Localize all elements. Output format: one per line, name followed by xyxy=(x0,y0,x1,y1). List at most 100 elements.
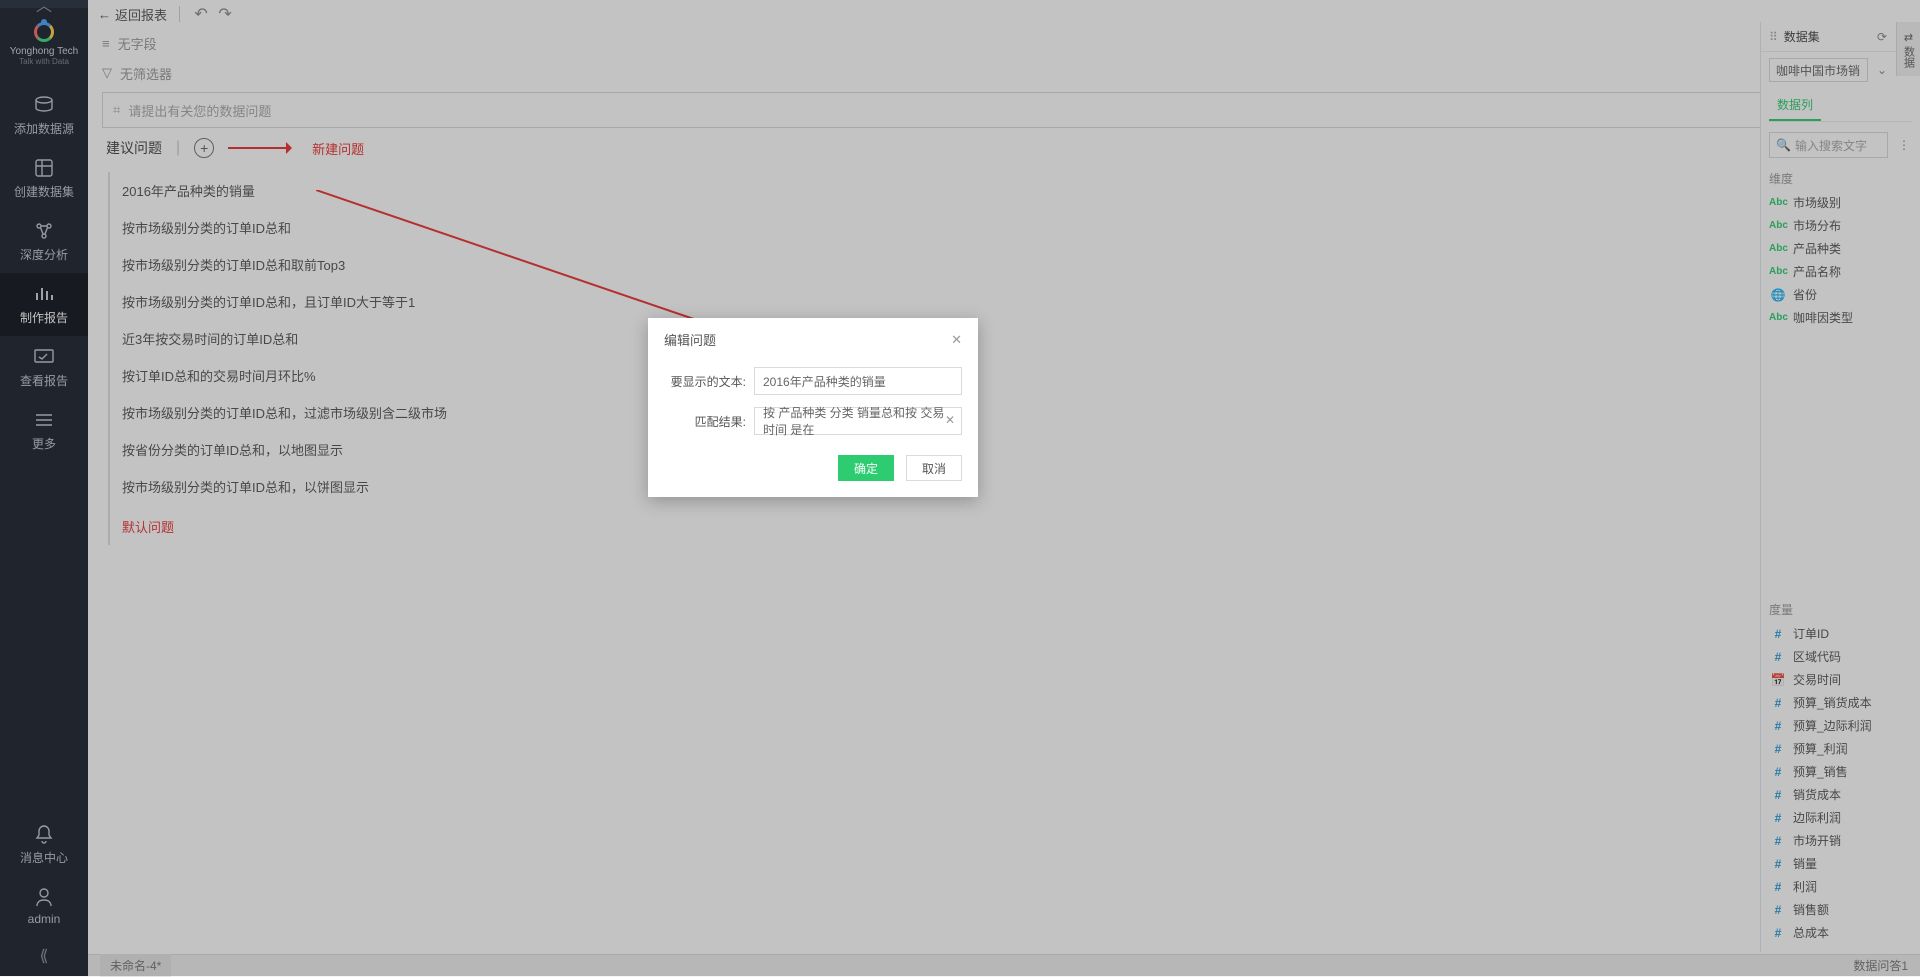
more-icon xyxy=(33,409,55,431)
grip-icon[interactable]: ⠿ xyxy=(1769,30,1778,44)
number-type-icon: # xyxy=(1769,765,1787,779)
nav-make-report[interactable]: 制作报告 xyxy=(0,273,88,336)
suggested-item[interactable]: 按市场级别分类的订单ID总和 xyxy=(110,209,806,246)
number-type-icon: # xyxy=(1769,788,1787,802)
date-type-icon: 📅 xyxy=(1769,673,1787,687)
workspace: ← 返回报表 ↶ ↷ ≡ 无字段 ▽ 无筛选器 ⌗ 请提出有关您的数据问题 建议… xyxy=(88,0,1920,976)
report-icon xyxy=(33,283,55,305)
number-type-icon: # xyxy=(1769,650,1787,664)
collapse-rail-icon[interactable]: ︿ xyxy=(0,0,88,8)
refresh-icon[interactable]: ⟳ xyxy=(1874,29,1890,45)
text-type-icon: Abc xyxy=(1769,266,1787,277)
meas-field[interactable]: #预算_利润 xyxy=(1761,737,1920,760)
display-text-input[interactable]: 2016年产品种类的销量 xyxy=(754,367,962,395)
brand-logo: Yonghong Tech Talk with Data xyxy=(10,22,78,66)
nav-view-report[interactable]: 查看报告 xyxy=(0,336,88,399)
match-result-label: 匹配结果: xyxy=(664,413,746,430)
more-vert-icon[interactable]: ⋮ xyxy=(1896,137,1912,153)
meas-field[interactable]: #销售额 xyxy=(1761,898,1920,921)
dim-field[interactable]: 🌐省份 xyxy=(1761,283,1920,306)
no-filter-label: 无筛选器 xyxy=(120,64,172,83)
meas-field[interactable]: #利润 xyxy=(1761,875,1920,898)
status-bar: 未命名-4* 数据问答1 xyxy=(88,954,1920,976)
new-question-annotation: 新建问题 xyxy=(312,139,364,158)
nav-user[interactable]: admin xyxy=(0,876,88,936)
rail-collapse-icon[interactable]: ⟪ xyxy=(0,936,88,976)
number-type-icon: # xyxy=(1769,834,1787,848)
meas-field[interactable]: #销货成本 xyxy=(1761,783,1920,806)
cancel-button[interactable]: 取消 xyxy=(906,455,962,481)
search-icon: 🔍 xyxy=(1776,138,1791,152)
right-panel: ⠿ 数据集 ⟳ ☁ 咖啡中国市场销 ⌄ ✎ 数据列 🔍 输入搜索文字 ⋮ 维度 … xyxy=(1760,22,1920,952)
meas-field[interactable]: #预算_边际利润 xyxy=(1761,714,1920,737)
ask-input[interactable]: ⌗ 请提出有关您的数据问题 xyxy=(102,92,1906,128)
nav-add-datasource[interactable]: 添加数据源 xyxy=(0,84,88,147)
undo-icon[interactable]: ↶ xyxy=(192,5,210,23)
dialog-title: 编辑问题 xyxy=(664,330,716,349)
dim-field[interactable]: Abc产品种类 xyxy=(1761,237,1920,260)
suggested-title: 建议问题 xyxy=(106,138,162,158)
no-field-label: 无字段 xyxy=(118,34,157,53)
fields-icon: ≡ xyxy=(102,36,110,51)
default-question-annotation: 默认问题 xyxy=(110,505,806,545)
nav-create-dataset[interactable]: 创建数据集 xyxy=(0,147,88,210)
edit-question-dialog: 编辑问题 ✕ 要显示的文本: 2016年产品种类的销量 匹配结果: 按 产品种类… xyxy=(648,318,978,497)
number-type-icon: # xyxy=(1769,696,1787,710)
rpanel-title: 数据集 xyxy=(1784,28,1868,45)
meas-field[interactable]: 📅交易时间 xyxy=(1761,668,1920,691)
redo-icon[interactable]: ↷ xyxy=(216,5,234,23)
match-result-input[interactable]: 按 产品种类 分类 销量总和按 交易时间 是在 ✕ xyxy=(754,407,962,435)
nav-messages[interactable]: 消息中心 xyxy=(0,813,88,876)
top-toolbar: ← 返回报表 ↶ ↷ xyxy=(88,0,1920,28)
arrow-left-icon: ← xyxy=(98,7,111,22)
meas-field[interactable]: #销量 xyxy=(1761,852,1920,875)
number-type-icon: # xyxy=(1769,719,1787,733)
analysis-icon xyxy=(33,220,55,242)
dim-field[interactable]: Abc咖啡因类型 xyxy=(1761,306,1920,329)
field-search-input[interactable]: 🔍 输入搜索文字 xyxy=(1769,132,1888,158)
nav-more[interactable]: 更多 xyxy=(0,399,88,462)
number-type-icon: # xyxy=(1769,811,1787,825)
close-icon[interactable]: ✕ xyxy=(951,332,962,348)
suggested-item[interactable]: 按市场级别分类的订单ID总和，且订单ID大于等于1 xyxy=(110,283,806,320)
meas-field[interactable]: #订单ID xyxy=(1761,622,1920,645)
number-type-icon: # xyxy=(1769,742,1787,756)
clear-input-icon[interactable]: ✕ xyxy=(945,413,955,427)
status-right-label: 数据问答1 xyxy=(1853,957,1908,974)
field-bar: ≡ 无字段 xyxy=(88,28,1920,58)
bell-icon xyxy=(33,823,55,845)
tab-data-columns[interactable]: 数据列 xyxy=(1769,90,1821,121)
dim-field[interactable]: Abc市场分布 xyxy=(1761,214,1920,237)
nav-deep-analysis[interactable]: 深度分析 xyxy=(0,210,88,273)
meas-field[interactable]: #市场开销 xyxy=(1761,829,1920,852)
dimensions-header: 维度 xyxy=(1761,162,1920,191)
number-type-icon: # xyxy=(1769,857,1787,871)
dataset-icon xyxy=(33,157,55,179)
right-edge-data-button[interactable]: ⇄ 数据 xyxy=(1896,22,1920,76)
suggested-item[interactable]: 按市场级别分类的订单ID总和取前Top3 xyxy=(110,246,806,283)
back-to-report-button[interactable]: ← 返回报表 xyxy=(98,5,167,24)
meas-field[interactable]: #预算_销货成本 xyxy=(1761,691,1920,714)
left-nav-rail: ︿ Yonghong Tech Talk with Data 添加数据源 创建数… xyxy=(0,0,88,976)
logo-subtext: Talk with Data xyxy=(19,57,69,66)
number-type-icon: # xyxy=(1769,926,1787,940)
status-tab[interactable]: 未命名-4* xyxy=(100,954,171,977)
meas-field[interactable]: #总成本 xyxy=(1761,921,1920,944)
suggested-item[interactable]: 2016年产品种类的销量 xyxy=(110,172,806,209)
user-icon xyxy=(33,886,55,908)
ok-button[interactable]: 确定 xyxy=(838,455,894,481)
datasource-icon xyxy=(33,94,55,116)
number-type-icon: # xyxy=(1769,880,1787,894)
ask-placeholder: 请提出有关您的数据问题 xyxy=(128,101,271,120)
dim-field[interactable]: Abc市场级别 xyxy=(1761,191,1920,214)
geo-type-icon: 🌐 xyxy=(1769,288,1787,302)
meas-field[interactable]: #区域代码 xyxy=(1761,645,1920,668)
filter-bar: ▽ 无筛选器 xyxy=(88,58,1920,88)
chevron-down-icon[interactable]: ⌄ xyxy=(1874,62,1890,78)
dataset-select[interactable]: 咖啡中国市场销 xyxy=(1769,58,1868,82)
meas-field[interactable]: #预算_销售 xyxy=(1761,760,1920,783)
meas-field[interactable]: #边际利润 xyxy=(1761,806,1920,829)
dim-field[interactable]: Abc产品名称 xyxy=(1761,260,1920,283)
add-question-button[interactable]: + xyxy=(194,138,214,158)
ask-icon: ⌗ xyxy=(113,102,120,118)
